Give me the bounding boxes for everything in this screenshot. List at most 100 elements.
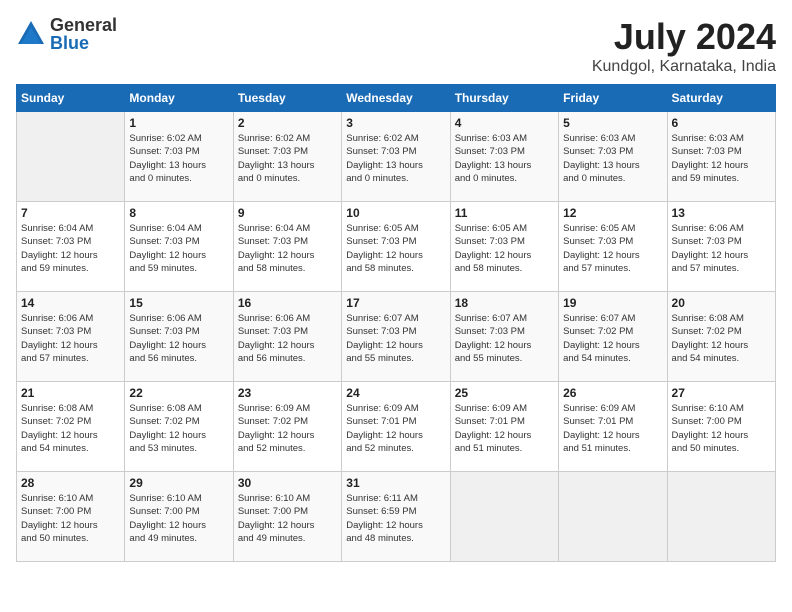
day-info: Sunrise: 6:02 AMSunset: 7:03 PMDaylight:…	[238, 132, 337, 185]
calendar-cell: 24 Sunrise: 6:09 AMSunset: 7:01 PMDayligh…	[342, 382, 450, 472]
day-number: 31	[346, 476, 445, 490]
day-info: Sunrise: 6:05 AMSunset: 7:03 PMDaylight:…	[455, 222, 554, 275]
day-info: Sunrise: 6:08 AMSunset: 7:02 PMDaylight:…	[129, 402, 228, 455]
month-title: July 2024	[592, 16, 776, 58]
day-number: 13	[672, 206, 771, 220]
calendar-cell	[450, 472, 558, 562]
calendar-week-row: 14 Sunrise: 6:06 AMSunset: 7:03 PMDayligh…	[17, 292, 776, 382]
day-number: 18	[455, 296, 554, 310]
calendar-cell: 13 Sunrise: 6:06 AMSunset: 7:03 PMDayligh…	[667, 202, 775, 292]
day-number: 10	[346, 206, 445, 220]
calendar-cell: 25 Sunrise: 6:09 AMSunset: 7:01 PMDayligh…	[450, 382, 558, 472]
day-info: Sunrise: 6:09 AMSunset: 7:01 PMDaylight:…	[563, 402, 662, 455]
calendar-day-header: Wednesday	[342, 85, 450, 112]
day-number: 7	[21, 206, 120, 220]
calendar-day-header: Thursday	[450, 85, 558, 112]
day-number: 22	[129, 386, 228, 400]
calendar-cell: 26Sunrise: 6:09 AMSunset: 7:01 PMDayligh…	[559, 382, 667, 472]
calendar-cell: 3 Sunrise: 6:02 AMSunset: 7:03 PMDaylight…	[342, 112, 450, 202]
day-info: Sunrise: 6:04 AMSunset: 7:03 PMDaylight:…	[129, 222, 228, 275]
day-number: 5	[563, 116, 662, 130]
location: Kundgol, Karnataka, India	[592, 58, 776, 76]
logo-blue-text: Blue	[50, 34, 117, 52]
calendar-cell: 14 Sunrise: 6:06 AMSunset: 7:03 PMDayligh…	[17, 292, 125, 382]
calendar-cell: 12 Sunrise: 6:05 AMSunset: 7:03 PMDayligh…	[559, 202, 667, 292]
page-header: General Blue July 2024 Kundgol, Karnatak…	[16, 16, 776, 76]
calendar-week-row: 21Sunrise: 6:08 AMSunset: 7:02 PMDayligh…	[17, 382, 776, 472]
day-number: 4	[455, 116, 554, 130]
day-number: 17	[346, 296, 445, 310]
day-info: Sunrise: 6:03 AMSunset: 7:03 PMDaylight:…	[563, 132, 662, 185]
calendar-cell	[559, 472, 667, 562]
calendar-header-row: SundayMondayTuesdayWednesdayThursdayFrid…	[17, 85, 776, 112]
day-number: 2	[238, 116, 337, 130]
calendar-cell: 9 Sunrise: 6:04 AMSunset: 7:03 PMDaylight…	[233, 202, 341, 292]
day-info: Sunrise: 6:04 AMSunset: 7:03 PMDaylight:…	[238, 222, 337, 275]
day-number: 20	[672, 296, 771, 310]
day-info: Sunrise: 6:10 AMSunset: 7:00 PMDaylight:…	[672, 402, 771, 455]
day-number: 12	[563, 206, 662, 220]
day-number: 6	[672, 116, 771, 130]
day-info: Sunrise: 6:02 AMSunset: 7:03 PMDaylight:…	[346, 132, 445, 185]
day-info: Sunrise: 6:08 AMSunset: 7:02 PMDaylight:…	[21, 402, 120, 455]
calendar-cell: 19 Sunrise: 6:07 AMSunset: 7:02 PMDayligh…	[559, 292, 667, 382]
calendar-cell: 11 Sunrise: 6:05 AMSunset: 7:03 PMDayligh…	[450, 202, 558, 292]
day-info: Sunrise: 6:03 AMSunset: 7:03 PMDaylight:…	[455, 132, 554, 185]
day-info: Sunrise: 6:10 AMSunset: 7:00 PMDaylight:…	[129, 492, 228, 545]
calendar-week-row: 7 Sunrise: 6:04 AMSunset: 7:03 PMDaylight…	[17, 202, 776, 292]
day-info: Sunrise: 6:02 AMSunset: 7:03 PMDaylight:…	[129, 132, 228, 185]
calendar-cell: 5 Sunrise: 6:03 AMSunset: 7:03 PMDaylight…	[559, 112, 667, 202]
day-info: Sunrise: 6:10 AMSunset: 7:00 PMDaylight:…	[238, 492, 337, 545]
day-info: Sunrise: 6:06 AMSunset: 7:03 PMDaylight:…	[21, 312, 120, 365]
day-info: Sunrise: 6:09 AMSunset: 7:01 PMDaylight:…	[346, 402, 445, 455]
calendar-cell: 21Sunrise: 6:08 AMSunset: 7:02 PMDayligh…	[17, 382, 125, 472]
calendar-cell: 10 Sunrise: 6:05 AMSunset: 7:03 PMDayligh…	[342, 202, 450, 292]
logo: General Blue	[16, 16, 117, 52]
day-info: Sunrise: 6:09 AMSunset: 7:01 PMDaylight:…	[455, 402, 554, 455]
day-number: 24	[346, 386, 445, 400]
day-number: 11	[455, 206, 554, 220]
calendar-cell: 31 Sunrise: 6:11 AMSunset: 6:59 PMDayligh…	[342, 472, 450, 562]
day-number: 3	[346, 116, 445, 130]
calendar-cell	[667, 472, 775, 562]
calendar-day-header: Monday	[125, 85, 233, 112]
day-number: 19	[563, 296, 662, 310]
calendar-cell: 6Sunrise: 6:03 AMSunset: 7:03 PMDaylight…	[667, 112, 775, 202]
calendar-cell	[17, 112, 125, 202]
calendar-cell: 22 Sunrise: 6:08 AMSunset: 7:02 PMDayligh…	[125, 382, 233, 472]
day-number: 29	[129, 476, 228, 490]
day-info: Sunrise: 6:05 AMSunset: 7:03 PMDaylight:…	[346, 222, 445, 275]
day-info: Sunrise: 6:05 AMSunset: 7:03 PMDaylight:…	[563, 222, 662, 275]
calendar-cell: 20Sunrise: 6:08 AMSunset: 7:02 PMDayligh…	[667, 292, 775, 382]
day-number: 8	[129, 206, 228, 220]
calendar-cell: 23Sunrise: 6:09 AMSunset: 7:02 PMDayligh…	[233, 382, 341, 472]
calendar-cell: 29 Sunrise: 6:10 AMSunset: 7:00 PMDayligh…	[125, 472, 233, 562]
calendar-week-row: 28 Sunrise: 6:10 AMSunset: 7:00 PMDayligh…	[17, 472, 776, 562]
day-number: 1	[129, 116, 228, 130]
day-number: 28	[21, 476, 120, 490]
day-info: Sunrise: 6:06 AMSunset: 7:03 PMDaylight:…	[129, 312, 228, 365]
logo-icon	[16, 19, 46, 49]
day-info: Sunrise: 6:07 AMSunset: 7:03 PMDaylight:…	[346, 312, 445, 365]
calendar-cell: 1 Sunrise: 6:02 AMSunset: 7:03 PMDaylight…	[125, 112, 233, 202]
calendar-cell: 2 Sunrise: 6:02 AMSunset: 7:03 PMDaylight…	[233, 112, 341, 202]
day-info: Sunrise: 6:04 AMSunset: 7:03 PMDaylight:…	[21, 222, 120, 275]
calendar-cell: 4 Sunrise: 6:03 AMSunset: 7:03 PMDaylight…	[450, 112, 558, 202]
calendar-cell: 27 Sunrise: 6:10 AMSunset: 7:00 PMDayligh…	[667, 382, 775, 472]
day-number: 27	[672, 386, 771, 400]
calendar-cell: 30 Sunrise: 6:10 AMSunset: 7:00 PMDayligh…	[233, 472, 341, 562]
day-info: Sunrise: 6:07 AMSunset: 7:02 PMDaylight:…	[563, 312, 662, 365]
day-number: 14	[21, 296, 120, 310]
calendar-cell: 16Sunrise: 6:06 AMSunset: 7:03 PMDayligh…	[233, 292, 341, 382]
day-info: Sunrise: 6:11 AMSunset: 6:59 PMDaylight:…	[346, 492, 445, 545]
day-info: Sunrise: 6:06 AMSunset: 7:03 PMDaylight:…	[672, 222, 771, 275]
day-number: 23	[238, 386, 337, 400]
calendar-week-row: 1 Sunrise: 6:02 AMSunset: 7:03 PMDaylight…	[17, 112, 776, 202]
calendar-day-header: Friday	[559, 85, 667, 112]
calendar-table: SundayMondayTuesdayWednesdayThursdayFrid…	[16, 84, 776, 562]
day-number: 9	[238, 206, 337, 220]
day-number: 30	[238, 476, 337, 490]
logo-general-text: General	[50, 16, 117, 34]
day-number: 25	[455, 386, 554, 400]
calendar-cell: 7 Sunrise: 6:04 AMSunset: 7:03 PMDaylight…	[17, 202, 125, 292]
